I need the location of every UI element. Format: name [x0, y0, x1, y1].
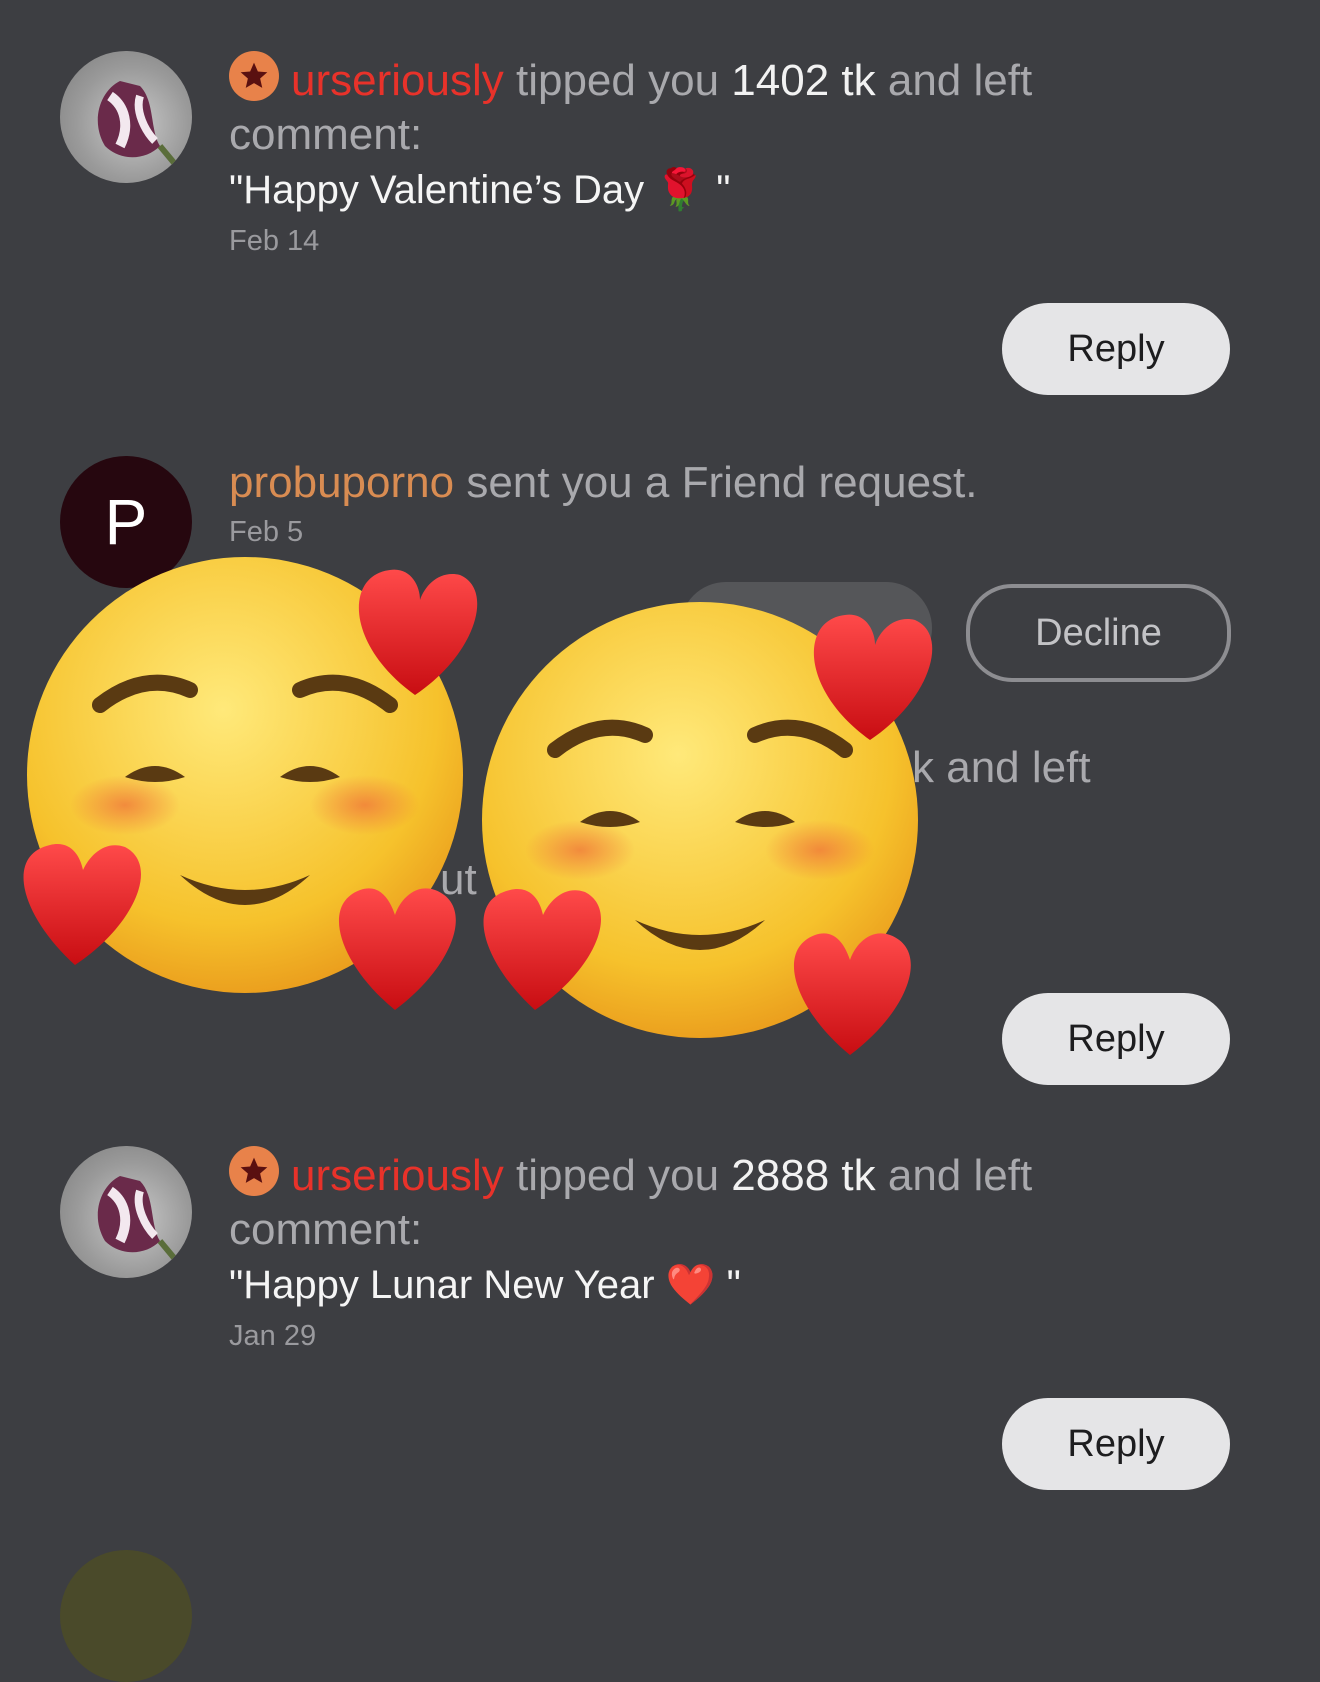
comment-text: "Happy Lunar New Year ❤️ "	[229, 1263, 741, 1307]
notification-text: urseriously tipped you 2888 tk and left …	[229, 1146, 1032, 1257]
tip-amount: 1402 tk	[731, 56, 876, 105]
decline-button[interactable]: Decline	[966, 584, 1231, 682]
comment-text: "Happy Valentine’s Day 🌹 "	[229, 168, 731, 212]
reply-button[interactable]: Reply	[1002, 993, 1230, 1085]
avatar-letter: P	[104, 486, 148, 558]
smiling-face-with-hearts-icon	[482, 602, 933, 1055]
action-text: tipped you	[515, 56, 720, 105]
action-text: tipped you	[515, 1151, 720, 1200]
star-icon	[229, 1146, 279, 1196]
comment-label: comment:	[229, 110, 423, 159]
notification-date: Feb 14	[229, 225, 320, 257]
user-avatar[interactable]	[60, 1550, 192, 1682]
flower-avatar-image	[97, 81, 188, 178]
action-text: sent you a Friend request.	[466, 458, 978, 507]
reply-button[interactable]: Reply	[1002, 303, 1230, 395]
star-icon	[229, 51, 279, 101]
user-avatar[interactable]	[60, 1146, 192, 1278]
notification-date: Jan 29	[229, 1320, 317, 1352]
comment-label: comment:	[229, 1205, 423, 1254]
username-link[interactable]: probuporno	[229, 458, 454, 507]
username-link[interactable]: urseriously	[291, 56, 504, 105]
tip-amount: 2888 tk	[731, 1151, 876, 1200]
user-avatar[interactable]	[60, 51, 192, 183]
smiling-face-with-hearts-icon	[23, 557, 478, 1010]
action-text-suffix: and left	[887, 1151, 1033, 1200]
reply-button[interactable]: Reply	[1002, 1398, 1230, 1490]
notification-date: Feb 5	[229, 516, 304, 548]
notification-text: urseriously tipped you 1402 tk and left …	[229, 51, 1032, 162]
username-link[interactable]: urseriously	[291, 1151, 504, 1200]
action-text-suffix: and left	[887, 56, 1033, 105]
flower-avatar-image	[97, 1176, 188, 1273]
notification-text: probuporno sent you a Friend request.	[229, 456, 978, 510]
